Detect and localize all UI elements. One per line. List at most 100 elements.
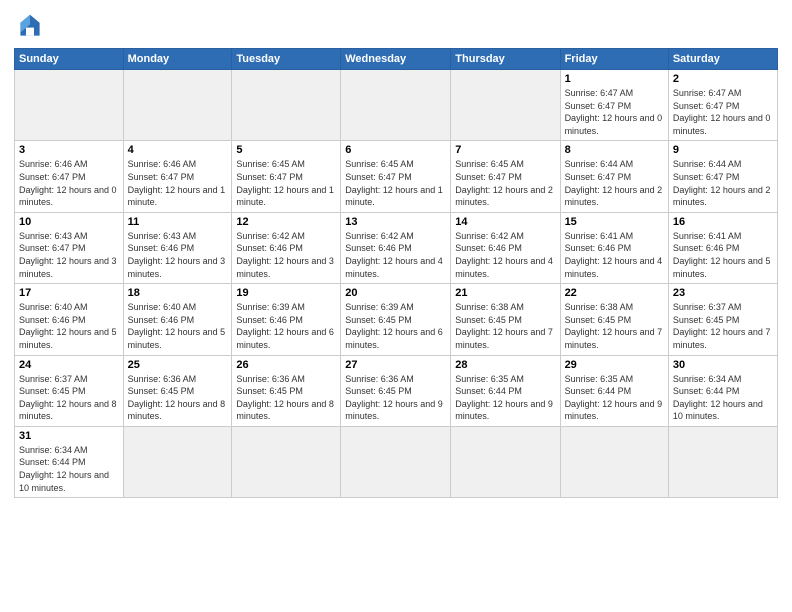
day-cell: 7 Sunrise: 6:45 AM Sunset: 6:47 PM Daylig… <box>451 141 560 212</box>
day-number: 21 <box>455 287 555 299</box>
day-number: 26 <box>236 359 336 371</box>
day-cell: 3Sunrise: 6:46 AM Sunset: 6:47 PM Daylig… <box>15 141 124 212</box>
day-number: 19 <box>236 287 336 299</box>
day-cell: 6Sunrise: 6:45 AM Sunset: 6:47 PM Daylig… <box>341 141 451 212</box>
day-cell: 2Sunrise: 6:47 AM Sunset: 6:47 PM Daylig… <box>668 70 777 141</box>
day-info: Sunrise: 6:39 AM Sunset: 6:46 PM Dayligh… <box>236 301 336 351</box>
day-cell: 12 Sunrise: 6:42 AM Sunset: 6:46 PM Dayli… <box>232 212 341 283</box>
weekday-header-wednesday: Wednesday <box>341 49 451 70</box>
day-info: Sunrise: 6:43 AM Sunset: 6:47 PM Dayligh… <box>19 230 119 280</box>
day-info: Sunrise: 6:45 AM Sunset: 6:47 PM Dayligh… <box>236 158 336 208</box>
day-number: 1 <box>565 73 664 85</box>
day-cell <box>232 426 341 497</box>
day-cell: 9 Sunrise: 6:44 AM Sunset: 6:47 PM Daylig… <box>668 141 777 212</box>
day-cell: 29Sunrise: 6:35 AM Sunset: 6:44 PM Dayli… <box>560 355 668 426</box>
week-row-3: 17 Sunrise: 6:40 AM Sunset: 6:46 PM Dayli… <box>15 284 778 355</box>
day-number: 7 <box>455 144 555 156</box>
day-cell: 17 Sunrise: 6:40 AM Sunset: 6:46 PM Dayli… <box>15 284 124 355</box>
day-info: Sunrise: 6:34 AM Sunset: 6:44 PM Dayligh… <box>673 373 773 423</box>
day-cell: 23Sunrise: 6:37 AM Sunset: 6:45 PM Dayli… <box>668 284 777 355</box>
day-info: Sunrise: 6:43 AM Sunset: 6:46 PM Dayligh… <box>128 230 228 280</box>
day-info: Sunrise: 6:40 AM Sunset: 6:46 PM Dayligh… <box>128 301 228 351</box>
day-cell: 26 Sunrise: 6:36 AM Sunset: 6:45 PM Dayli… <box>232 355 341 426</box>
day-info: Sunrise: 6:37 AM Sunset: 6:45 PM Dayligh… <box>19 373 119 423</box>
day-cell <box>451 426 560 497</box>
day-info: Sunrise: 6:38 AM Sunset: 6:45 PM Dayligh… <box>565 301 664 351</box>
day-info: Sunrise: 6:45 AM Sunset: 6:47 PM Dayligh… <box>345 158 446 208</box>
day-cell: 1 Sunrise: 6:47 AM Sunset: 6:47 PM Daylig… <box>560 70 668 141</box>
day-cell <box>341 426 451 497</box>
day-info: Sunrise: 6:36 AM Sunset: 6:45 PM Dayligh… <box>128 373 228 423</box>
day-cell: 16 Sunrise: 6:41 AM Sunset: 6:46 PM Dayli… <box>668 212 777 283</box>
weekday-header-saturday: Saturday <box>668 49 777 70</box>
day-cell <box>560 426 668 497</box>
day-number: 3 <box>19 144 119 156</box>
day-number: 30 <box>673 359 773 371</box>
day-cell <box>232 70 341 141</box>
day-number: 2 <box>673 73 773 85</box>
day-number: 24 <box>19 359 119 371</box>
weekday-header-tuesday: Tuesday <box>232 49 341 70</box>
day-number: 8 <box>565 144 664 156</box>
general-blue-logo-icon <box>14 10 46 42</box>
day-number: 29 <box>565 359 664 371</box>
day-number: 4 <box>128 144 228 156</box>
day-cell: 28Sunrise: 6:35 AM Sunset: 6:44 PM Dayli… <box>451 355 560 426</box>
week-row-2: 10 Sunrise: 6:43 AM Sunset: 6:47 PM Dayli… <box>15 212 778 283</box>
day-number: 27 <box>345 359 446 371</box>
day-number: 25 <box>128 359 228 371</box>
day-cell: 11Sunrise: 6:43 AM Sunset: 6:46 PM Dayli… <box>123 212 232 283</box>
week-row-1: 3 Sunrise: 6:46 AM Sunset: 6:47 PM Daylig… <box>15 141 778 212</box>
week-row-5: 31 Sunrise: 6:34 AM Sunset: 6:44 PM Dayli… <box>15 426 778 497</box>
day-info: Sunrise: 6:42 AM Sunset: 6:46 PM Dayligh… <box>345 230 446 280</box>
week-row-4: 24 Sunrise: 6:37 AM Sunset: 6:45 PM Dayli… <box>15 355 778 426</box>
day-number: 18 <box>128 287 228 299</box>
day-number: 23 <box>673 287 773 299</box>
day-cell: 18 Sunrise: 6:40 AM Sunset: 6:46 PM Dayli… <box>123 284 232 355</box>
day-number: 9 <box>673 144 773 156</box>
day-number: 5 <box>236 144 336 156</box>
day-info: Sunrise: 6:46 AM Sunset: 6:47 PM Dayligh… <box>128 158 228 208</box>
day-number: 15 <box>565 216 664 228</box>
logo <box>14 10 50 42</box>
day-number: 14 <box>455 216 555 228</box>
day-cell: 15 Sunrise: 6:41 AM Sunset: 6:46 PM Dayli… <box>560 212 668 283</box>
day-info: Sunrise: 6:34 AM Sunset: 6:44 PM Dayligh… <box>19 444 119 494</box>
day-cell: 22Sunrise: 6:38 AM Sunset: 6:45 PM Dayli… <box>560 284 668 355</box>
day-number: 16 <box>673 216 773 228</box>
weekday-header-sunday: Sunday <box>15 49 124 70</box>
day-cell <box>15 70 124 141</box>
day-number: 17 <box>19 287 119 299</box>
day-number: 20 <box>345 287 446 299</box>
day-info: Sunrise: 6:42 AM Sunset: 6:46 PM Dayligh… <box>455 230 555 280</box>
day-number: 13 <box>345 216 446 228</box>
weekday-header-friday: Friday <box>560 49 668 70</box>
calendar-body: 1 Sunrise: 6:47 AM Sunset: 6:47 PM Daylig… <box>15 70 778 498</box>
day-info: Sunrise: 6:41 AM Sunset: 6:46 PM Dayligh… <box>673 230 773 280</box>
day-info: Sunrise: 6:47 AM Sunset: 6:47 PM Dayligh… <box>565 87 664 137</box>
day-number: 10 <box>19 216 119 228</box>
page: SundayMondayTuesdayWednesdayThursdayFrid… <box>0 0 792 508</box>
calendar-header: SundayMondayTuesdayWednesdayThursdayFrid… <box>15 49 778 70</box>
day-info: Sunrise: 6:40 AM Sunset: 6:46 PM Dayligh… <box>19 301 119 351</box>
day-info: Sunrise: 6:36 AM Sunset: 6:45 PM Dayligh… <box>236 373 336 423</box>
day-cell: 25 Sunrise: 6:36 AM Sunset: 6:45 PM Dayli… <box>123 355 232 426</box>
day-number: 31 <box>19 430 119 442</box>
day-info: Sunrise: 6:42 AM Sunset: 6:46 PM Dayligh… <box>236 230 336 280</box>
day-cell: 10 Sunrise: 6:43 AM Sunset: 6:47 PM Dayli… <box>15 212 124 283</box>
day-number: 28 <box>455 359 555 371</box>
day-cell: 31 Sunrise: 6:34 AM Sunset: 6:44 PM Dayli… <box>15 426 124 497</box>
day-info: Sunrise: 6:44 AM Sunset: 6:47 PM Dayligh… <box>673 158 773 208</box>
day-info: Sunrise: 6:39 AM Sunset: 6:45 PM Dayligh… <box>345 301 446 351</box>
day-info: Sunrise: 6:38 AM Sunset: 6:45 PM Dayligh… <box>455 301 555 351</box>
day-number: 12 <box>236 216 336 228</box>
weekday-header-thursday: Thursday <box>451 49 560 70</box>
day-cell: 5 Sunrise: 6:45 AM Sunset: 6:47 PM Daylig… <box>232 141 341 212</box>
weekday-header-monday: Monday <box>123 49 232 70</box>
day-info: Sunrise: 6:45 AM Sunset: 6:47 PM Dayligh… <box>455 158 555 208</box>
day-cell: 19 Sunrise: 6:39 AM Sunset: 6:46 PM Dayli… <box>232 284 341 355</box>
day-info: Sunrise: 6:41 AM Sunset: 6:46 PM Dayligh… <box>565 230 664 280</box>
day-cell <box>123 426 232 497</box>
day-cell: 14 Sunrise: 6:42 AM Sunset: 6:46 PM Dayli… <box>451 212 560 283</box>
day-cell: 24 Sunrise: 6:37 AM Sunset: 6:45 PM Dayli… <box>15 355 124 426</box>
